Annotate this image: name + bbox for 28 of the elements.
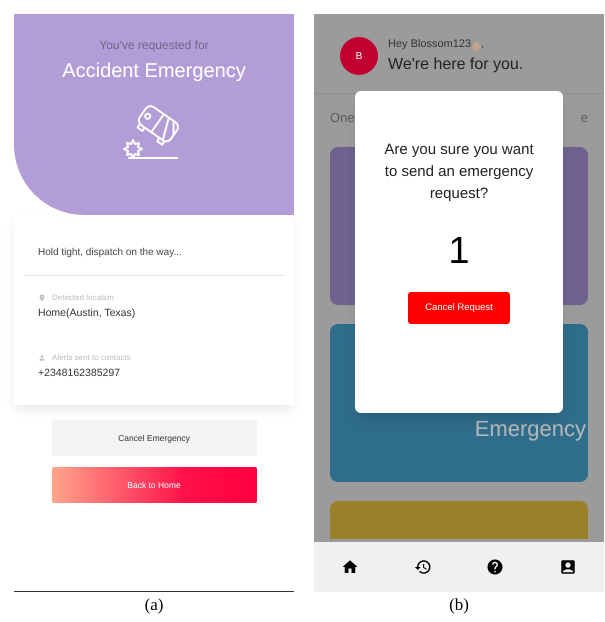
cancel-request-button[interactable]: Cancel Request (408, 292, 510, 324)
greeting-comma: , (481, 37, 484, 52)
location-pin-icon (38, 294, 46, 302)
status-text: Hold tight, dispatch on the way... (38, 246, 182, 260)
figure-caption: (b) (449, 594, 469, 616)
section-text: One (330, 108, 355, 126)
detail-label: Alerts sent to contacts (52, 352, 131, 364)
waving-hand-icon (471, 40, 482, 52)
person-icon (38, 354, 46, 362)
detail-label: Detected location (52, 292, 114, 304)
back-home-button[interactable]: Back to Home (52, 467, 256, 503)
header-subtitle: You've requested for (99, 37, 209, 54)
figure-caption: (a) (144, 594, 164, 616)
section-text: e (580, 108, 588, 126)
help-icon[interactable] (486, 558, 504, 576)
history-icon[interactable] (414, 558, 432, 576)
cancel-emergency-button[interactable]: Cancel Emergency (52, 420, 256, 456)
home-icon[interactable] (341, 558, 360, 576)
greeting-text: Hey Blossom123 (388, 37, 472, 52)
countdown-number: 1 (448, 229, 470, 274)
card-title: Emergency (474, 414, 586, 443)
detail-value: Home(Austin, Texas) (38, 306, 136, 321)
header-title: Accident Emergency (62, 59, 246, 84)
avatar: B (340, 37, 378, 76)
tagline: We're here for you. (388, 54, 524, 74)
detail-value: +2348162385297 (38, 366, 120, 381)
contact-card-icon[interactable] (558, 558, 577, 576)
dialog-question: Are you sure you want to send an emergency request? (384, 140, 534, 204)
